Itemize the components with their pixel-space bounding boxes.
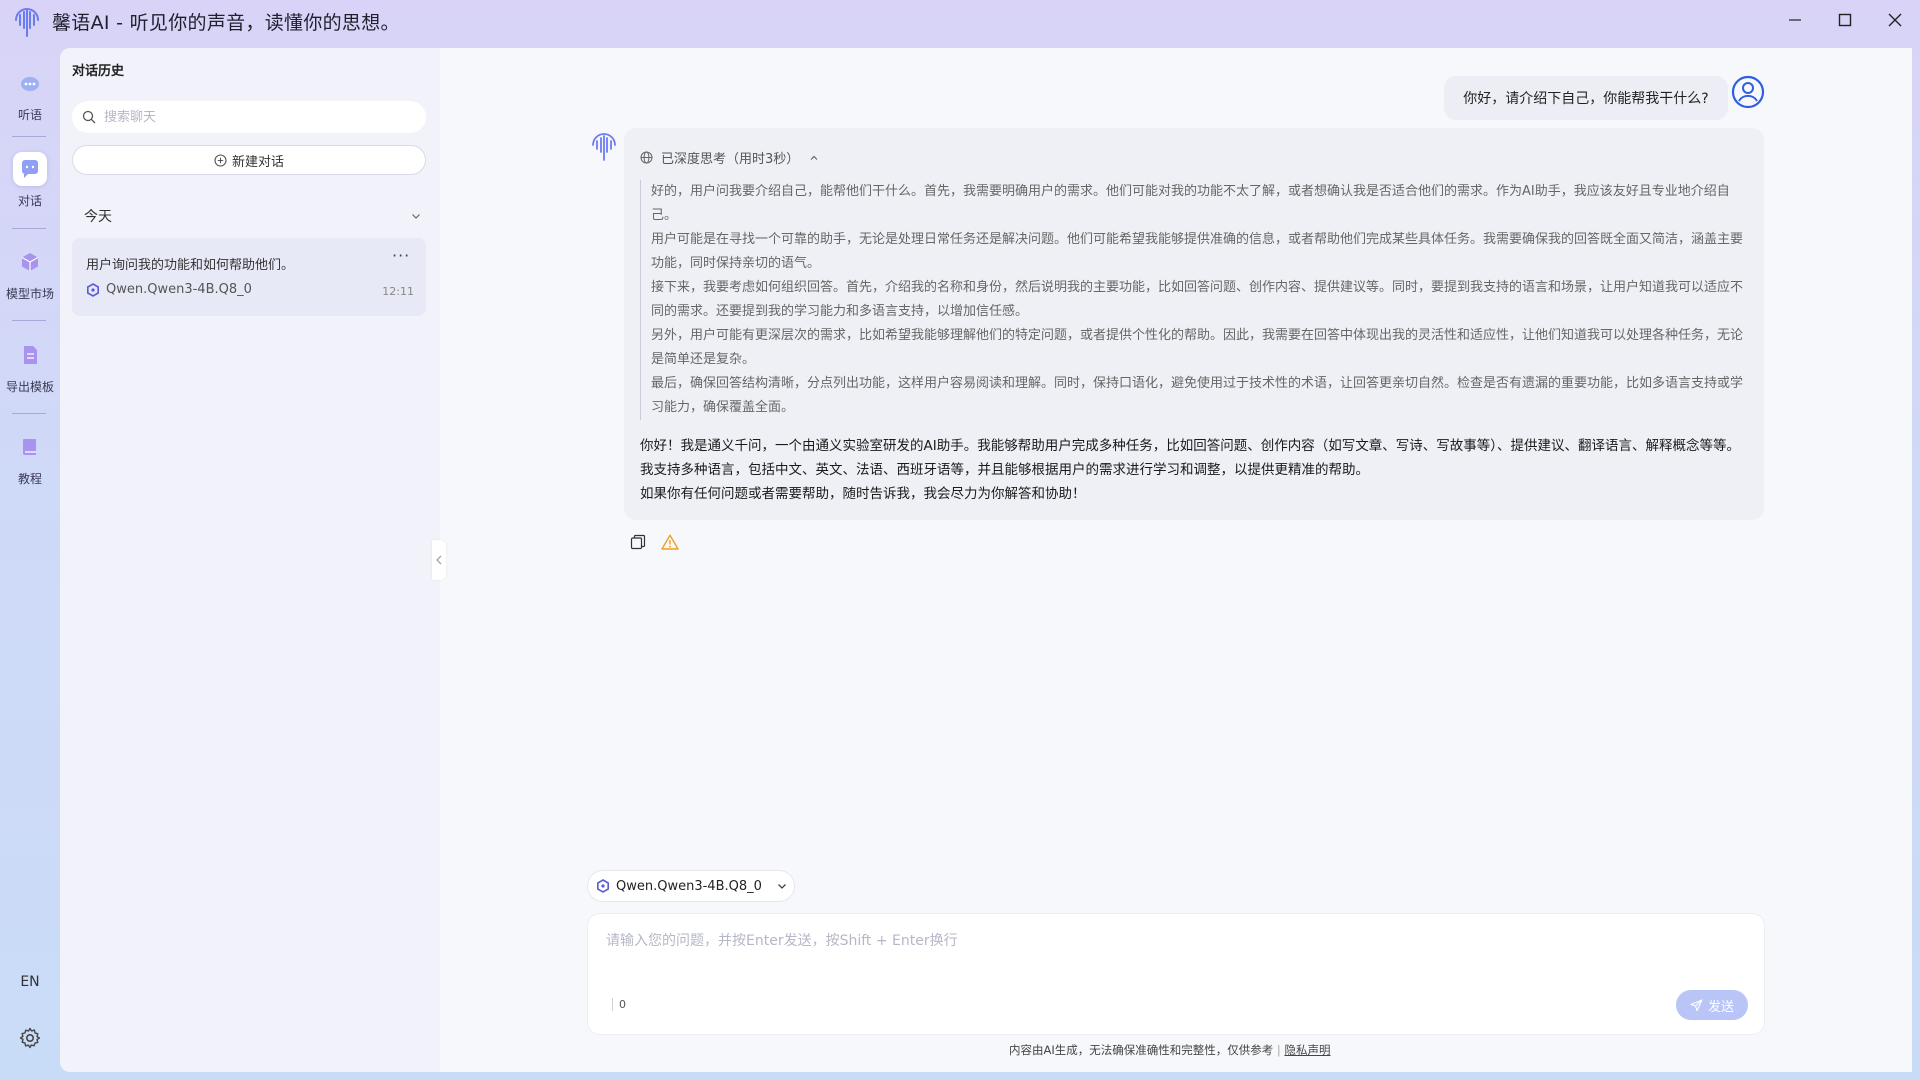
report-button[interactable]: [660, 532, 680, 552]
globe-icon: [640, 151, 653, 164]
rail-divider: [12, 320, 46, 321]
title-bar: 馨语AI - 听见你的声音，读懂你的思想。: [0, 0, 1920, 40]
thinking-paragraph: 用户可能是在寻找一个可靠的助手，无论是处理日常任务还是解决问题。他们可能希望我能…: [651, 232, 1744, 271]
send-button[interactable]: 发送: [1676, 990, 1748, 1020]
thinking-paragraph: 接下来，我要考虑如何组织回答。首先，介绍我的名称和身份，然后说明我的主要功能，比…: [651, 280, 1744, 319]
rail-item-label: 教程: [17, 472, 42, 486]
qwen-logo-icon: [87, 282, 99, 297]
chat-bubble-icon: [13, 152, 47, 186]
conversation-model-name: Qwen.Qwen3-4B.Q8_0: [106, 282, 252, 297]
ear-icon: [13, 66, 47, 100]
cube-icon: [13, 245, 47, 279]
message-input[interactable]: [604, 928, 1748, 992]
answer-content: 你好！我是通义千问，一个由通义实验室研发的AI助手。我能够帮助用户完成多种任务，…: [640, 434, 1746, 506]
chevron-down-icon: [777, 884, 786, 889]
user-message: 你好，请介绍下自己，你能帮我干什么?: [1444, 76, 1728, 120]
copy-button[interactable]: [628, 532, 648, 552]
rail-divider: [12, 136, 46, 137]
model-selector-value: Qwen.Qwen3-4B.Q8_0: [616, 878, 762, 894]
privacy-link[interactable]: 隐私声明: [1284, 1043, 1330, 1057]
character-count: 0: [612, 998, 626, 1011]
conversation-title: 用户询问我的功能和如何帮助他们。: [86, 258, 295, 273]
disclaimer-text: 内容由AI生成，无法确保准确性和完整性，仅供参考: [1009, 1043, 1274, 1057]
rail-item-label: 听语: [17, 108, 42, 122]
new-chat-button[interactable]: 新建对话: [72, 145, 426, 175]
conversation-model: Qwen.Qwen3-4B.Q8_0: [86, 282, 252, 297]
group-label: 今天: [84, 209, 112, 225]
gear-icon[interactable]: [18, 1026, 42, 1050]
document-icon: [13, 338, 47, 372]
minimize-button[interactable]: [1770, 0, 1820, 40]
chevron-down-icon: [412, 214, 420, 219]
thinking-content: 好的，用户问我要介绍自己，能帮他们干什么。首先，我需要明确用户的需求。他们可能对…: [640, 180, 1745, 420]
app-logo-icon: [15, 8, 39, 37]
collapse-sidebar-button[interactable]: [432, 540, 446, 580]
history-title: 对话历史: [72, 64, 125, 79]
new-chat-label: 新建对话: [231, 154, 284, 170]
history-group-today[interactable]: 今天: [84, 206, 422, 226]
answer-paragraph: 如果你有任何问题或者需要帮助，随时告诉我，我会尽力为你解答和协助！: [640, 486, 1086, 502]
history-panel: 对话历史 新建对话 今天 用户询问我的功能和如何帮助他们。 ··· Qwen.Q…: [60, 48, 440, 1072]
minimize-icon: [1789, 19, 1801, 21]
thinking-toggle[interactable]: 已深度思考（用时3秒）: [640, 148, 819, 167]
rail-item-label: 模型市场: [5, 287, 54, 301]
close-button[interactable]: [1870, 0, 1920, 40]
conversation-item[interactable]: 用户询问我的功能和如何帮助他们。 ··· Qwen.Qwen3-4B.Q8_0 …: [72, 238, 426, 316]
window-title: 馨语AI - 听见你的声音，读懂你的思想。: [52, 12, 400, 34]
warning-icon: [661, 534, 679, 550]
rail-item-label: 导出模板: [5, 380, 54, 394]
thinking-paragraph: 最后，确保回答结构清晰，分点列出功能，这样用户容易阅读和理解。同时，保持口语化，…: [651, 376, 1744, 415]
send-label: 发送: [1707, 999, 1734, 1015]
copy-icon: [630, 534, 646, 550]
model-selector[interactable]: Qwen.Qwen3-4B.Q8_0: [588, 871, 794, 901]
message-actions: [628, 532, 680, 552]
close-icon: [1888, 13, 1902, 27]
answer-paragraph: 你好！我是通义千问，一个由通义实验室研发的AI助手。我能够帮助用户完成多种任务，…: [640, 438, 1740, 478]
side-rail: 听语 对话 模型市场 导出模板 教程 EN: [0, 40, 60, 1080]
qwen-logo-icon: [597, 879, 609, 893]
ai-avatar-icon: [592, 133, 616, 161]
more-options-icon[interactable]: ···: [392, 246, 410, 265]
conversation-time: 12:11: [382, 285, 414, 298]
chevron-up-icon: [810, 155, 818, 160]
thinking-label: 已深度思考（用时3秒）: [661, 152, 800, 167]
search-input[interactable]: [102, 108, 406, 126]
rail-item-tutorial[interactable]: 教程: [0, 430, 60, 487]
rail-item-label: 对话: [17, 194, 42, 208]
rail-item-model-market[interactable]: 模型市场: [0, 245, 60, 302]
book-icon: [13, 430, 47, 464]
composer: 0 发送: [588, 914, 1764, 1034]
send-icon: [1690, 998, 1703, 1011]
ai-message: 已深度思考（用时3秒） 好的，用户问我要介绍自己，能帮他们干什么。首先，我需要明…: [624, 128, 1764, 520]
rail-item-chat[interactable]: 对话: [0, 152, 60, 209]
chevron-left-icon: [436, 555, 442, 565]
language-toggle[interactable]: EN: [0, 974, 60, 990]
user-message-text: 你好，请介绍下自己，你能帮我干什么?: [1463, 91, 1709, 107]
rail-divider: [12, 413, 46, 414]
search-box[interactable]: [72, 101, 426, 133]
disclaimer: 内容由AI生成，无法确保准确性和完整性，仅供参考 | 隐私声明: [1009, 1043, 1331, 1057]
thinking-paragraph: 好的，用户问我要介绍自己，能帮他们干什么。首先，我需要明确用户的需求。他们可能对…: [651, 184, 1730, 223]
maximize-button[interactable]: [1820, 0, 1870, 40]
plus-circle-icon: [214, 153, 227, 167]
rail-divider: [12, 228, 46, 229]
maximize-icon: [1838, 13, 1852, 27]
rail-item-listen[interactable]: 听语: [0, 66, 60, 123]
rail-item-export-template[interactable]: 导出模板: [0, 338, 60, 395]
thinking-paragraph: 另外，用户可能有更深层次的需求，比如希望我能够理解他们的特定问题，或者提供个性化…: [651, 328, 1744, 367]
search-icon: [82, 110, 96, 124]
user-avatar-icon: [1731, 75, 1765, 109]
